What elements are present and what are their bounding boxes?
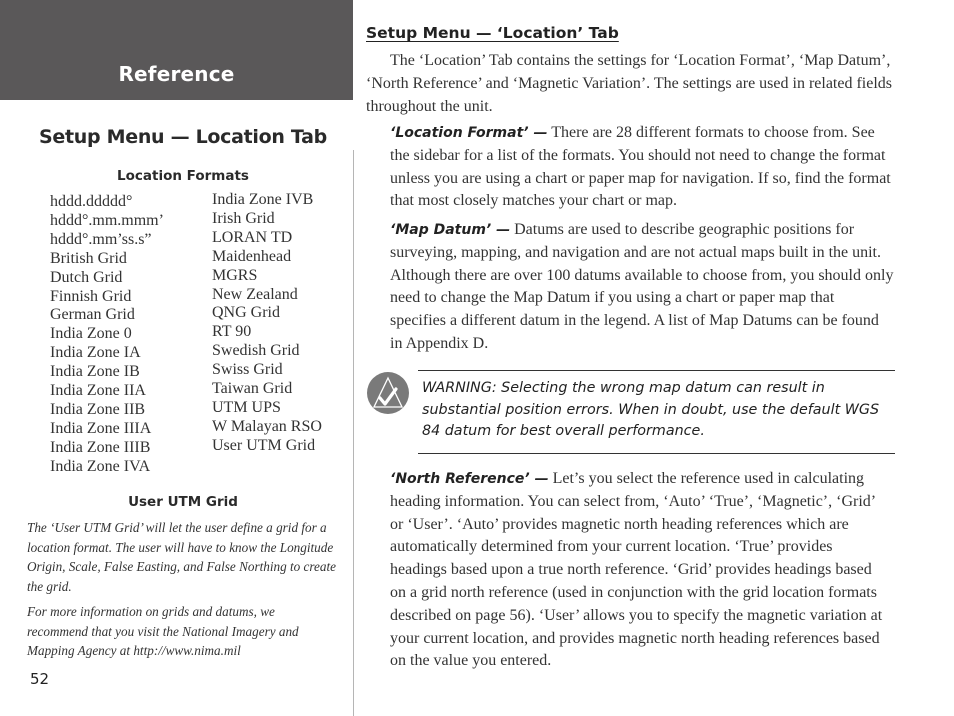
- north-reference-text: Let’s you select the reference used in c…: [390, 470, 883, 670]
- main-heading: Setup Menu — ‘Location’ Tab: [366, 24, 619, 42]
- location-formats-heading: Location Formats: [117, 168, 249, 184]
- location-format-item: New Zealand: [212, 285, 298, 303]
- location-format-paragraph: ‘Location Format’ — There are 28 differe…: [390, 122, 894, 213]
- location-format-item: hddd°.mm.mmm’: [50, 211, 164, 229]
- location-format-item: hddd°.mm’ss.s”: [50, 230, 152, 248]
- intro-paragraph: The ‘Location’ Tab contains the settings…: [366, 52, 893, 115]
- user-utm-grid-heading: User UTM Grid: [128, 494, 238, 510]
- map-datum-paragraph: ‘Map Datum’ — Datums are used to describ…: [390, 219, 894, 356]
- location-format-item: India Zone IIA: [50, 382, 146, 400]
- warning-text: WARNING: Selecting the wrong map datum c…: [422, 380, 880, 439]
- column-divider: [353, 150, 354, 716]
- location-format-item: UTM UPS: [212, 398, 281, 416]
- location-format-item: Taiwan Grid: [212, 380, 293, 398]
- location-format-item: User UTM Grid: [212, 436, 316, 454]
- user-utm-grid-note: The ‘User UTM Grid’ will let the user de…: [27, 520, 337, 595]
- location-format-item: India Zone IIIB: [50, 438, 151, 456]
- location-formats-column-1: hddd.ddddd° hddd°.mm.mmm’ hddd°.mm’ss.s” Br…: [50, 193, 164, 477]
- location-format-term: ‘Location Format’ —: [390, 125, 548, 141]
- map-datum-text: Datums are used to describe geographic p…: [390, 221, 894, 352]
- location-format-item: India Zone IB: [50, 363, 140, 381]
- location-format-item: W Malayan RSO: [212, 417, 322, 435]
- location-format-item: German Grid: [50, 306, 135, 324]
- warning-rule-bottom: [418, 453, 895, 454]
- location-format-item: RT 90: [212, 323, 252, 341]
- location-format-item: MGRS: [212, 266, 258, 284]
- location-format-item: Maidenhead: [212, 247, 292, 265]
- location-format-item: hddd.ddddd°: [50, 193, 133, 210]
- warning-rule-top: [418, 370, 895, 371]
- location-format-item: Swiss Grid: [212, 361, 283, 379]
- page-number: 52: [30, 670, 50, 688]
- location-format-item: India Zone IVB: [212, 191, 314, 208]
- location-format-item: India Zone IA: [50, 344, 141, 362]
- location-format-item: Finnish Grid: [50, 287, 132, 305]
- location-formats-column-2: India Zone IVB Irish Grid LORAN TD Maidenhe…: [212, 191, 322, 456]
- location-format-item: Dutch Grid: [50, 268, 123, 286]
- nima-reference-note: For more information on grids and datums…: [27, 604, 299, 659]
- north-reference-term: ‘North Reference’ —: [390, 471, 549, 487]
- location-format-item: India Zone 0: [50, 325, 132, 343]
- sidebar-title: Setup Menu — Location Tab: [39, 126, 327, 148]
- location-format-item: India Zone IIIA: [50, 419, 152, 437]
- location-format-item: Swedish Grid: [212, 342, 300, 360]
- location-format-item: Irish Grid: [212, 209, 275, 227]
- warning-check-icon: [366, 371, 410, 415]
- location-format-item: India Zone IVA: [50, 457, 151, 475]
- map-datum-term: ‘Map Datum’ —: [390, 222, 511, 238]
- location-format-item: British Grid: [50, 249, 127, 267]
- north-reference-paragraph: ‘North Reference’ — Let’s you select the…: [390, 468, 890, 673]
- location-format-item: India Zone IIB: [50, 400, 146, 418]
- location-format-item: QNG Grid: [212, 304, 280, 322]
- location-format-item: LORAN TD: [212, 228, 293, 246]
- section-label: Reference: [118, 62, 235, 86]
